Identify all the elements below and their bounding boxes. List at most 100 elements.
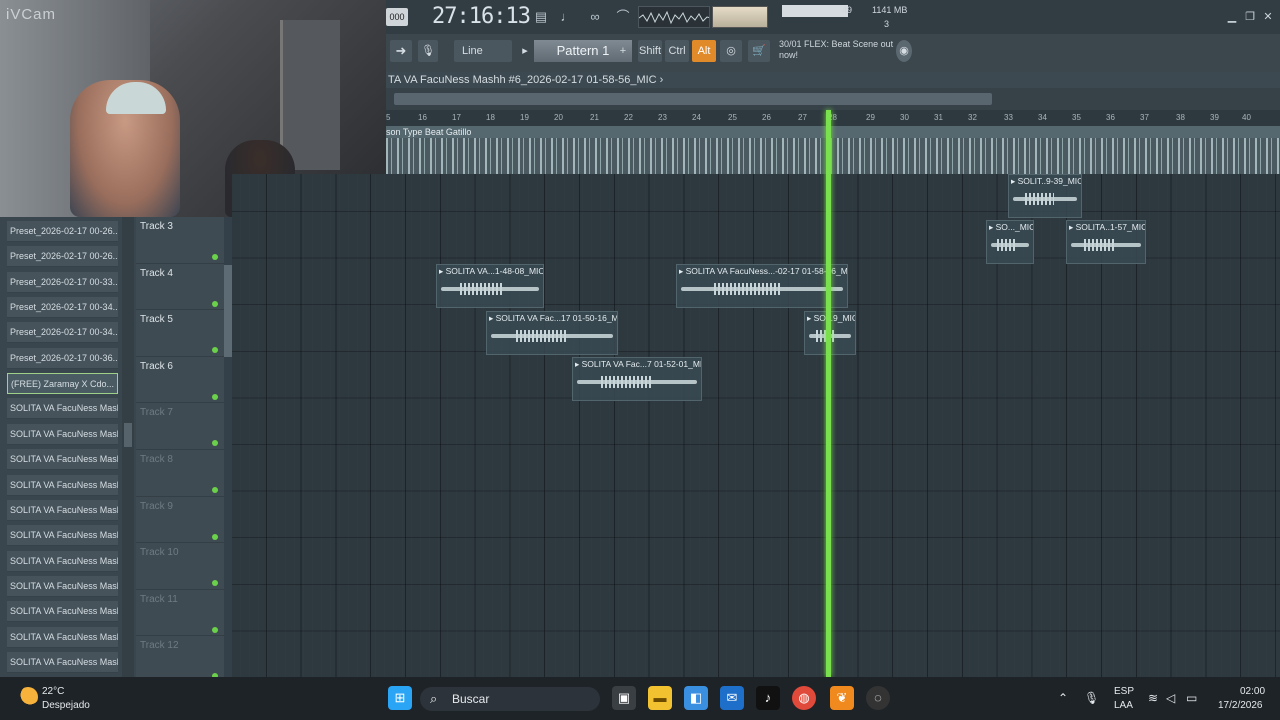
clock-time[interactable]: 02:00 — [1240, 686, 1265, 697]
track-mute-led[interactable] — [212, 254, 218, 260]
news-hint[interactable]: 30/01 FLEX: Beat Scene out now! — [779, 39, 899, 61]
weather-temperature[interactable]: 22°C — [42, 686, 64, 697]
track-header[interactable]: Track 10 — [136, 543, 224, 590]
restore-icon[interactable]: ❐ — [1242, 10, 1258, 24]
browser-item[interactable]: SOLITA VA FacuNess Mash... — [7, 626, 118, 648]
track-header[interactable]: Track 6 — [136, 356, 224, 404]
track-header[interactable]: Track 9 — [136, 496, 224, 544]
windows-start-icon[interactable]: ⊞ — [388, 686, 412, 710]
track-mute-led[interactable] — [212, 347, 218, 354]
track-header[interactable]: Track 3 — [136, 217, 224, 264]
language-bottom[interactable]: LAA — [1114, 700, 1133, 711]
weather-moon-icon[interactable] — [18, 687, 38, 707]
browser-item[interactable]: (FREE) Zaramay X Cdo... — [7, 373, 118, 395]
outlook-icon[interactable]: ✉ — [720, 686, 744, 710]
task-view-icon[interactable]: ▣ — [612, 686, 636, 710]
browser-item[interactable]: SOLITA VA FacuNess Mash... — [7, 575, 118, 597]
track-scrollbar[interactable] — [224, 217, 232, 677]
app-icon[interactable]: ◌ — [866, 686, 890, 710]
browser-item[interactable]: SOLITA VA FacuNess Mash... — [7, 525, 118, 547]
track-mute-led[interactable] — [212, 580, 218, 587]
close-icon[interactable]: ✕ — [1260, 10, 1276, 24]
browser-item[interactable]: SOLITA VA FacuNess Mash... — [7, 499, 118, 521]
browser-item[interactable]: Preset_2026-02-17 00-26... — [7, 221, 118, 242]
audio-clip[interactable]: ▸ SOLITA VA Fac...17 01-50-16_MIC — [486, 311, 618, 355]
metronome-icon[interactable]: ⌒ — [612, 7, 634, 27]
snap-icon[interactable]: ♩ — [556, 7, 578, 27]
add-pattern-button[interactable]: + — [616, 40, 630, 62]
browser-item[interactable]: SOLITA VA FacuNess Mash... — [7, 474, 118, 496]
track-mute-led[interactable] — [212, 487, 218, 493]
track-scrollbar-thumb[interactable] — [224, 265, 232, 357]
track-header[interactable]: Track 7 — [136, 403, 224, 450]
arrow-right-icon[interactable]: ➜ — [390, 40, 412, 62]
browser-item[interactable]: SOLITA VA FacuNess Mash... — [7, 449, 118, 471]
clock-date[interactable]: 17/2/2026 — [1218, 700, 1263, 711]
fl-studio-icon[interactable]: ❦ — [830, 686, 854, 710]
browser-scrollbar[interactable] — [122, 217, 134, 677]
browser-item[interactable]: SOLITA VA FacuNess Mash... — [7, 423, 118, 445]
shop-icon[interactable]: 🛒 — [748, 40, 770, 62]
track-header[interactable]: Track 12 — [136, 636, 224, 683]
wifi-icon[interactable]: ≋ — [1148, 691, 1158, 705]
track-header[interactable]: Track 11 — [136, 589, 224, 637]
minimize-icon[interactable]: ▁ — [1224, 10, 1240, 24]
track-mute-led[interactable] — [212, 626, 218, 633]
shift-button[interactable]: Shift — [638, 40, 662, 62]
store-icon[interactable]: ◧ — [684, 686, 708, 710]
feedback-icon[interactable]: ◎ — [720, 40, 742, 62]
track-mute-led[interactable] — [212, 300, 218, 307]
microphone-icon[interactable]: 🎙 — [1084, 691, 1099, 705]
audio-clip[interactable]: ▸ SO..._MIC — [986, 220, 1034, 264]
globe-icon[interactable]: ◉ — [896, 40, 912, 62]
browser-item[interactable]: SOLITA VA FacuNess Mash... — [7, 651, 118, 673]
alt-button[interactable]: Alt — [692, 40, 716, 62]
scrollbar-thumb[interactable] — [394, 93, 992, 105]
mic-icon[interactable]: 🎙 — [418, 40, 438, 62]
browser-item[interactable]: SOLITA VA FacuNess Mash... — [7, 550, 118, 572]
ruler-tick-label: 18 — [486, 113, 495, 122]
playlist-grid[interactable]: ▸ SOLIT..9-39_MIC ▸ SO..._MIC ▸ SOLITA..1-… — [232, 174, 1280, 677]
taskbar-search[interactable]: ⌕ Buscar — [420, 687, 600, 711]
browser-item[interactable]: Preset_2026-02-17 00-33... — [7, 271, 118, 293]
ctrl-button[interactable]: Ctrl — [665, 40, 689, 62]
track-name: Track 10 — [140, 547, 179, 559]
track-mute-led[interactable] — [212, 440, 218, 447]
track-header[interactable]: Track 4 — [136, 263, 224, 311]
browser-item[interactable]: SOLITA VA FacuNess Mash... — [7, 601, 118, 623]
track-mute-led[interactable] — [212, 393, 218, 400]
tempo-display[interactable]: 000 — [386, 8, 408, 26]
battery-icon[interactable]: ▭ — [1186, 691, 1197, 705]
playhead[interactable] — [826, 110, 831, 677]
beat-audio-clip[interactable]: son Type Beat Gatillo — [386, 126, 1280, 174]
piano-icon[interactable]: ▤ — [530, 7, 552, 27]
playlist-overview-scrollbar[interactable] — [386, 88, 1280, 110]
audio-clip[interactable]: ▸ SOLITA..1-57_MIC — [1066, 220, 1146, 264]
weather-condition[interactable]: Despejado — [42, 700, 90, 711]
volume-icon[interactable]: ◁ — [1166, 691, 1175, 705]
snap-select[interactable]: Line — [454, 40, 512, 62]
browser-scrollbar-thumb[interactable] — [124, 423, 132, 447]
track-mute-led[interactable] — [212, 533, 218, 540]
song-time-display[interactable]: 27:16:13 — [432, 4, 531, 29]
browser-item[interactable]: Preset_2026-02-17 00-36... — [7, 347, 118, 369]
track-header[interactable]: Track 5 — [136, 310, 224, 357]
loop-icon[interactable]: ∞ — [584, 7, 606, 27]
chrome-icon[interactable]: ◍ — [792, 686, 816, 710]
track-header[interactable]: Track 8 — [136, 450, 224, 497]
language-top[interactable]: ESP — [1114, 686, 1134, 697]
browser-item[interactable]: Preset_2026-02-17 00-34... — [7, 322, 118, 344]
audio-clip[interactable]: ▸ SOLITA VA FacuNess...-02-17 01-58-56_M… — [676, 264, 848, 308]
play-pattern-icon[interactable]: ▸ — [520, 40, 530, 62]
chevron-up-icon[interactable]: ⌃ — [1058, 691, 1068, 705]
hint-counter: 30/01 — [779, 39, 802, 49]
browser-item[interactable]: SOLITA VA FacuNess Mash... — [7, 398, 118, 420]
browser-item[interactable]: Preset_2026-02-17 00-26... — [7, 246, 118, 268]
audio-clip[interactable]: ▸ SOLITA VA Fac...7 01-52-01_MIC — [572, 357, 702, 401]
file-explorer-icon[interactable]: ▬ — [648, 686, 672, 710]
audio-clip[interactable]: ▸ SOLITA VA...1-48-08_MIC — [436, 264, 544, 308]
tiktok-icon[interactable]: ♪ — [756, 686, 780, 710]
timeline-ruler[interactable]: 5 16 17 18 19 20 21 22 23 24 25 26 27 28 29 30 31 32 33 34 3… — [386, 110, 1280, 126]
browser-item[interactable]: Preset_2026-02-17 00-34... — [7, 297, 118, 319]
audio-clip[interactable]: ▸ SOLIT..9-39_MIC — [1008, 174, 1082, 218]
